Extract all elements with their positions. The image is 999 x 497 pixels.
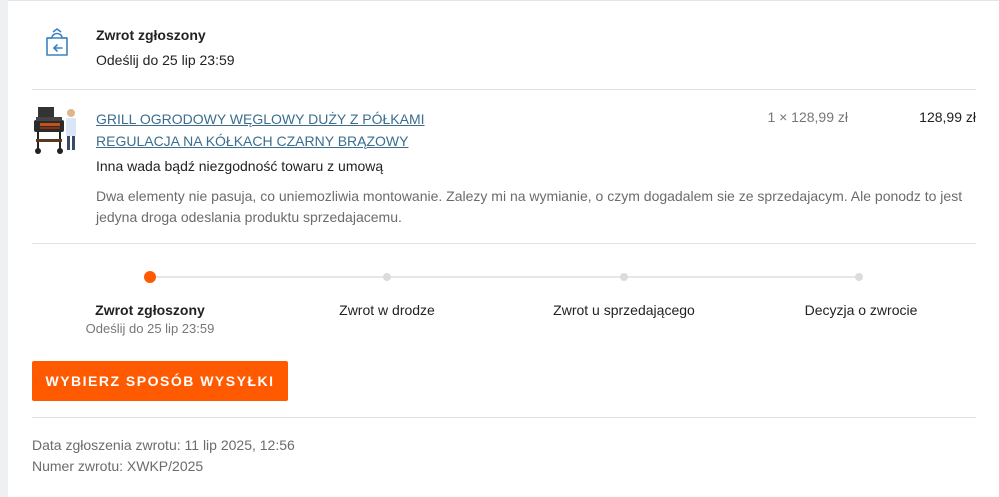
progress-track [150,276,860,278]
return-reason: Inna wada bądź niezgodność towaru z umow… [96,158,384,174]
progress-step-2-label: Zwrot w drodze [339,302,435,318]
product-name-link[interactable]: GRILL OGRODOWY WĘGLOWY DUŻY Z PÓŁKAMI RE… [96,108,456,152]
product-name-line-2[interactable]: REGULACJA NA KÓŁKACH CZARNY BRĄZOWY [96,133,408,149]
return-deadline: Odeślij do 25 lip 23:59 [96,52,235,68]
return-number: Numer zwrotu: XWKP/2025 [32,458,204,474]
item-total-price: 128,99 zł [919,109,976,125]
return-description: Dwa elementy nie pasuja, co uniemozliwia… [96,188,963,225]
divider [32,243,976,244]
progress-step-1-label: Zwrot zgłoszony [95,302,205,318]
return-status-title: Zwrot zgłoszony [96,27,206,43]
quantity-unit-price: 1 × 128,99 zł [767,109,848,125]
divider [32,89,976,90]
choose-shipping-method-button[interactable]: WYBIERZ SPOSÓB WYSYŁKI [32,361,288,401]
progress-step-1-dot [144,271,156,283]
return-submission-date: Data zgłoszenia zwrotu: 11 lip 2025, 12:… [32,437,295,453]
progress-step-4-dot [855,273,863,281]
progress-step-4-label: Decyzja o zwrocie [804,302,918,318]
product-thumbnail[interactable] [32,103,80,155]
return-box-icon [42,26,70,58]
return-card: Zwrot zgłoszony Odeślij do 25 lip 23:59 … [32,0,976,497]
progress-step-3-dot [620,273,628,281]
product-name-line-1[interactable]: GRILL OGRODOWY WĘGLOWY DUŻY Z PÓŁKAMI [96,111,425,127]
left-sidebar-edge [0,0,8,497]
progress-step-3-label: Zwrot u sprzedającego [553,302,695,318]
progress-step-2-dot [383,273,391,281]
divider [32,417,976,418]
progress-step-1-sublabel: Odeślij do 25 lip 23:59 [85,321,215,336]
